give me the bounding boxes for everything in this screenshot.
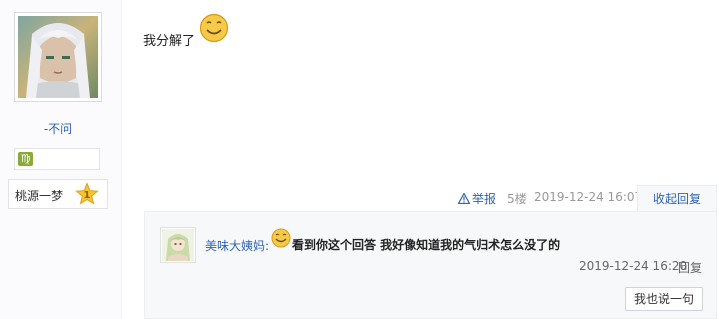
smile-emoticon-icon [199,13,229,43]
reply-avatar-image [162,229,194,261]
add-comment-button[interactable]: 我也说一句 [625,287,703,311]
floor-number: 5楼 [507,192,527,206]
collapse-replies-button[interactable]: 收起回复 [637,185,717,212]
author-username[interactable]: -不问 [0,120,116,137]
level-star-icon: 1 [75,182,99,205]
virgo-icon: ♍ [18,152,33,166]
reply-time: 2019-12-24 16:20 [579,259,688,273]
reply-username[interactable]: 美味大姨妈: [205,237,269,254]
post-content: 我分解了 [143,34,196,49]
zodiac-badge: ♍ [14,148,100,170]
post-time: 2019-12-24 16:07 [534,190,643,204]
author-sidebar: -不问 ♍ 桃源一梦 1 [0,0,122,319]
reply-avatar[interactable] [160,227,196,263]
reply-link[interactable]: 回复 [678,259,702,276]
reply-panel: 美味大姨妈: 看到你这个回答 我好像知道我的气归术怎么没了的 2019-12-2… [144,211,717,319]
author-avatar[interactable] [14,12,102,102]
level-number: 1 [84,190,91,201]
warning-icon [458,192,470,204]
member-group-label: 桃源一梦 [15,189,64,203]
author-avatar-image [18,16,98,98]
reply-text: 看到你这个回答 我好像知道我的气归术怎么没了的 [292,238,561,252]
report-label[interactable]: 举报 [472,190,496,207]
report-link[interactable]: 举报 [458,190,496,206]
member-level-box: 桃源一梦 1 [8,179,108,209]
smile-emoticon-icon [271,228,291,248]
